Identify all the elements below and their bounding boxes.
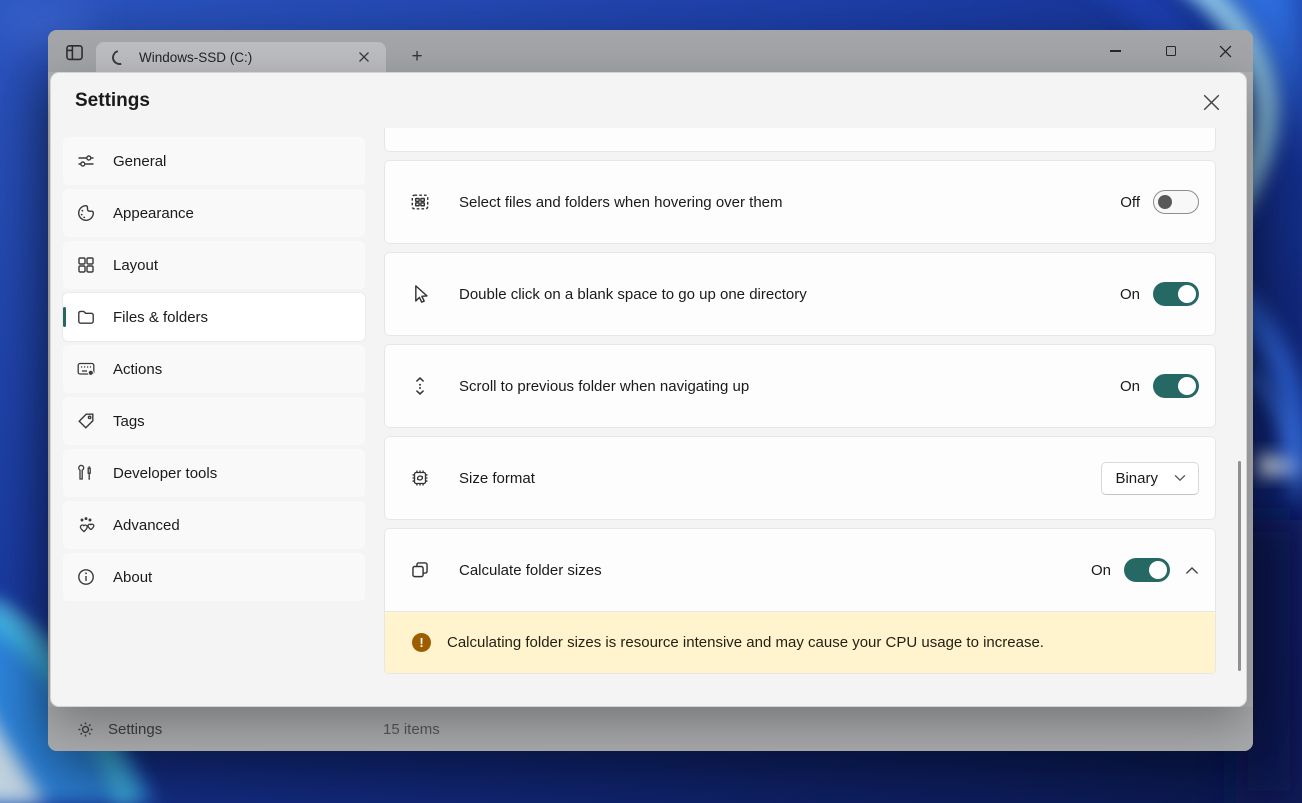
tools-icon bbox=[75, 462, 97, 484]
titlebar: Windows-SSD (C:) + bbox=[48, 30, 1253, 72]
chip-sync-icon bbox=[409, 467, 431, 489]
sidebar-item-advanced[interactable]: Advanced bbox=[63, 501, 365, 549]
tab-windows-ssd[interactable]: Windows-SSD (C:) bbox=[96, 42, 386, 72]
sidebar-item-label: Actions bbox=[113, 360, 163, 378]
sidebar-item-label: About bbox=[113, 568, 153, 586]
maximize-icon bbox=[1165, 46, 1176, 56]
tab-close-icon[interactable] bbox=[354, 47, 374, 67]
sidebar-item-about[interactable]: About bbox=[63, 553, 365, 601]
double-click-up-toggle[interactable] bbox=[1153, 282, 1199, 306]
sidebar-item-developer-tools[interactable]: Developer tools bbox=[63, 449, 365, 497]
sidebar-item-files-folders[interactable]: Files & folders bbox=[63, 293, 365, 341]
minimize-button[interactable] bbox=[1088, 30, 1143, 72]
items-count: 15 items bbox=[383, 720, 440, 738]
sidebar-item-label: Layout bbox=[113, 256, 159, 274]
dialog-title: Settings bbox=[75, 90, 150, 111]
toggle-state-label: On bbox=[1119, 285, 1140, 303]
sliders-icon bbox=[75, 150, 97, 172]
setting-row-calculate-folder-sizes: Calculate folder sizes On ! Calculating … bbox=[384, 528, 1216, 674]
toggle-knob bbox=[1178, 285, 1196, 303]
scroll-previous-toggle[interactable] bbox=[1153, 374, 1199, 398]
close-icon bbox=[1219, 45, 1232, 57]
setting-row-hover-select: Select files and folders when hovering o… bbox=[384, 160, 1216, 244]
calculate-folder-sizes-toggle[interactable] bbox=[1124, 558, 1170, 582]
scrollbar-thumb[interactable] bbox=[1238, 461, 1241, 671]
grid-icon bbox=[75, 254, 97, 276]
toggle-state-label: Off bbox=[1120, 193, 1140, 211]
sidebar-item-general[interactable]: General bbox=[63, 137, 365, 185]
setting-label: Scroll to previous folder when navigatin… bbox=[459, 377, 750, 395]
sidebar-item-layout[interactable]: Layout bbox=[63, 241, 365, 289]
sidebar-item-actions[interactable]: Actions bbox=[63, 345, 365, 393]
expander-header[interactable]: Calculate folder sizes On bbox=[385, 529, 1215, 611]
multi-select-icon bbox=[409, 191, 431, 213]
sidebar-item-tags[interactable]: Tags bbox=[63, 397, 365, 445]
settings-sidebar: General Appearance Layout Files & folder… bbox=[63, 137, 365, 605]
warning-banner: ! Calculating folder sizes is resource i… bbox=[385, 611, 1215, 673]
folder-icon bbox=[75, 306, 97, 328]
info-icon bbox=[75, 566, 97, 588]
maximize-button[interactable] bbox=[1143, 30, 1198, 72]
chevron-down-icon bbox=[1174, 474, 1186, 482]
toggle-state-label: On bbox=[1090, 561, 1111, 579]
warning-text: Calculating folder sizes is resource int… bbox=[447, 634, 1044, 651]
setting-row-scroll-previous: Scroll to previous folder when navigatin… bbox=[384, 344, 1216, 428]
statusbar: Settings 15 items bbox=[48, 707, 1253, 751]
close-icon bbox=[1203, 94, 1219, 110]
cursor-icon bbox=[409, 283, 431, 305]
minimize-icon bbox=[1110, 50, 1121, 52]
scroll-icon bbox=[409, 375, 431, 397]
sidebar-item-label: Advanced bbox=[113, 516, 180, 534]
new-tab-button[interactable]: + bbox=[400, 42, 434, 72]
sidebar-item-label: Tags bbox=[113, 412, 145, 430]
keyboard-gear-icon bbox=[75, 358, 97, 380]
sidebar-item-label: Developer tools bbox=[113, 464, 218, 482]
statusbar-settings-label: Settings bbox=[108, 720, 163, 738]
setting-label: Select files and folders when hovering o… bbox=[459, 193, 783, 211]
setting-label: Double click on a blank space to go up o… bbox=[459, 285, 807, 303]
palette-icon bbox=[75, 202, 97, 224]
setting-label: Calculate folder sizes bbox=[459, 561, 602, 579]
window-controls bbox=[1088, 30, 1253, 72]
tag-icon bbox=[75, 410, 97, 432]
tab-layout-icon[interactable] bbox=[62, 40, 86, 64]
copy-squares-icon bbox=[409, 559, 431, 581]
size-format-dropdown[interactable]: Binary bbox=[1101, 461, 1199, 495]
close-window-button[interactable] bbox=[1198, 30, 1253, 72]
sidebar-item-label: Appearance bbox=[113, 204, 194, 222]
sidebar-item-label: General bbox=[113, 152, 167, 170]
dialog-close-button[interactable] bbox=[1196, 87, 1226, 117]
toggle-knob bbox=[1149, 561, 1167, 579]
partial-card-above bbox=[384, 128, 1216, 152]
toggle-knob bbox=[1158, 195, 1172, 209]
statusbar-settings-button[interactable]: Settings bbox=[76, 720, 162, 739]
setting-label: Size format bbox=[459, 469, 535, 487]
hover-select-toggle[interactable] bbox=[1153, 190, 1199, 214]
desktop: Windows-SSD (C:) + Settings 15 items Set… bbox=[0, 0, 1302, 803]
settings-content: Select files and folders when hovering o… bbox=[384, 128, 1216, 674]
hearts-icon bbox=[75, 514, 97, 536]
tab-title: Windows-SSD (C:) bbox=[139, 49, 253, 65]
toggle-knob bbox=[1178, 377, 1196, 395]
dropdown-value: Binary bbox=[1115, 469, 1158, 487]
warning-icon: ! bbox=[412, 633, 431, 652]
sidebar-item-label: Files & folders bbox=[113, 308, 209, 326]
settings-dialog: Settings General Appearance Layout Files… bbox=[50, 72, 1247, 707]
gear-icon bbox=[78, 721, 93, 737]
loading-spinner-icon bbox=[109, 46, 130, 68]
toggle-state-label: On bbox=[1119, 377, 1140, 395]
chevron-up-icon[interactable] bbox=[1185, 566, 1199, 575]
setting-row-double-click-up: Double click on a blank space to go up o… bbox=[384, 252, 1216, 336]
setting-row-size-format: Size format Binary bbox=[384, 436, 1216, 520]
sidebar-item-appearance[interactable]: Appearance bbox=[63, 189, 365, 237]
